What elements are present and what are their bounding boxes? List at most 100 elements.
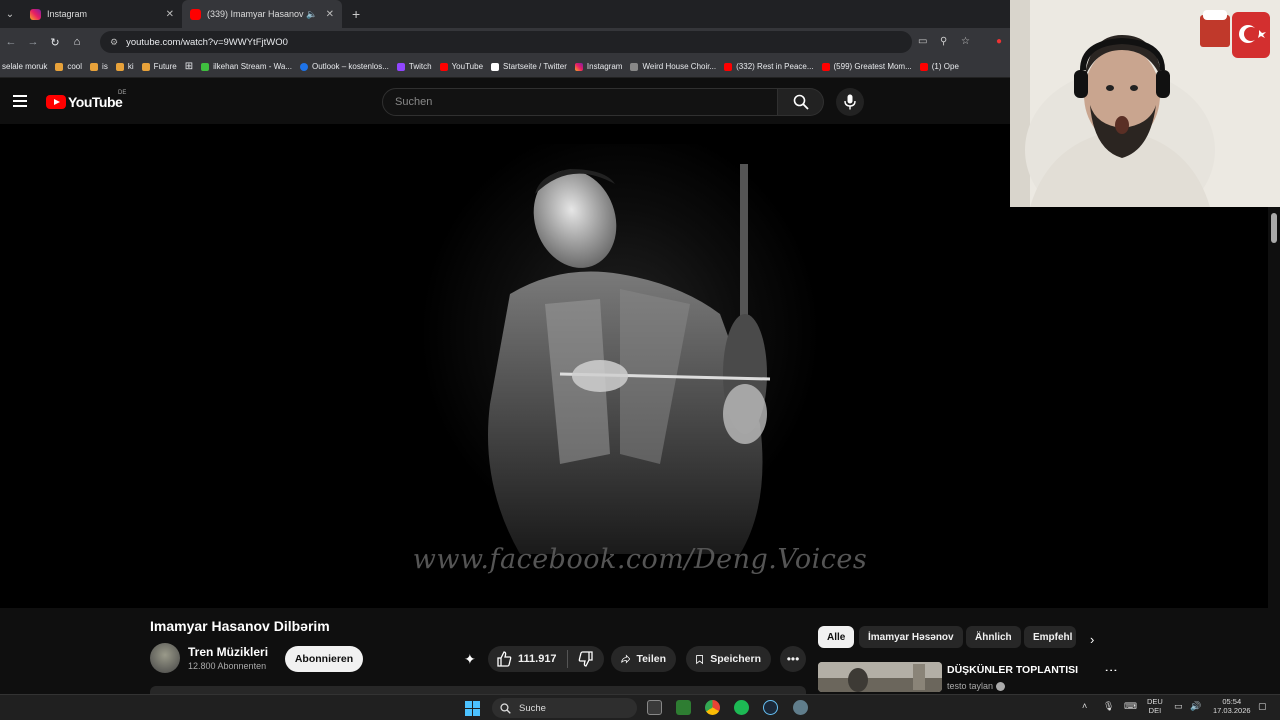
spotify-icon[interactable]: [734, 700, 749, 715]
audio-icon: [630, 62, 639, 71]
save-label: Speichern: [710, 653, 761, 665]
folder-icon: [115, 62, 124, 71]
steam-icon[interactable]: [763, 700, 778, 715]
extension-icon[interactable]: ●: [996, 36, 1002, 47]
bookmark-item[interactable]: (599) Greatest Mom...: [821, 62, 912, 71]
close-icon[interactable]: ✕: [326, 9, 334, 20]
voice-search-button[interactable]: [836, 88, 864, 116]
chip-artist[interactable]: İmamyar Həsənov: [859, 626, 963, 648]
ask-ai-icon[interactable]: ✦: [464, 651, 476, 668]
menu-icon[interactable]: [13, 95, 27, 110]
bookmark-item[interactable]: Startseite / Twitter: [491, 62, 567, 71]
folder-icon: [90, 62, 99, 71]
instagram-icon: [574, 62, 583, 71]
new-tab-button[interactable]: +: [352, 6, 360, 22]
forward-icon[interactable]: →: [22, 36, 44, 48]
youtube-icon: [439, 62, 448, 71]
browser-tab-strip: ⌄ Instagram ✕ (339) Imamyar Hasanov Dil …: [0, 0, 1010, 28]
related-video-channel[interactable]: testo taylan: [947, 681, 1005, 692]
tab-instagram[interactable]: Instagram ✕: [22, 0, 182, 28]
related-video-thumbnail[interactable]: [818, 662, 942, 692]
language-bottom: DEI: [1148, 706, 1162, 715]
bookmark-label: ki: [127, 62, 134, 71]
bookmark-item[interactable]: Twitch: [396, 62, 432, 71]
volume-icon[interactable]: 🔊: [1190, 701, 1201, 712]
search-button[interactable]: [778, 88, 824, 116]
keyboard-icon[interactable]: ⌨: [1124, 701, 1137, 712]
store-icon[interactable]: [676, 700, 691, 715]
reload-icon[interactable]: ↻: [44, 36, 66, 49]
zoom-icon[interactable]: ⚲: [940, 36, 947, 47]
tray-overflow-icon[interactable]: ˄: [1082, 701, 1087, 711]
site-info-icon[interactable]: ⚙: [110, 37, 118, 48]
install-icon[interactable]: ▭: [918, 36, 927, 47]
bookmark-item[interactable]: selale moruk: [2, 62, 47, 71]
chip-recommended[interactable]: Empfehl: [1024, 626, 1076, 648]
taskbar-clock[interactable]: 05:54 17.03.2026: [1213, 697, 1251, 715]
microphone-icon: [844, 94, 856, 110]
youtube-play-icon: [46, 95, 66, 109]
instagram-icon: [30, 8, 41, 20]
bookmark-item[interactable]: Outlook – kostenlos...: [299, 62, 389, 71]
task-view-icon[interactable]: [647, 700, 662, 715]
bookmark-label: Twitch: [408, 62, 432, 71]
bookmark-item[interactable]: cool: [55, 62, 82, 71]
chevron-right-icon[interactable]: ›: [1090, 632, 1094, 647]
subscribe-button[interactable]: Abonnieren: [285, 646, 363, 672]
save-button[interactable]: Speichern: [686, 646, 771, 672]
webcam-overlay: [1010, 0, 1280, 207]
apps-grid-icon[interactable]: ⊞: [185, 61, 193, 72]
search-icon: [793, 94, 809, 110]
bookmark-item[interactable]: Future: [141, 62, 177, 71]
home-icon[interactable]: ⌂: [66, 36, 88, 48]
bookmark-item[interactable]: (332) Rest in Peace...: [724, 62, 814, 71]
bookmark-label: Outlook – kostenlos...: [311, 62, 389, 71]
channel-avatar[interactable]: [150, 643, 180, 673]
bookmark-item[interactable]: is: [90, 62, 108, 71]
address-bar[interactable]: ⚙ youtube.com/watch?v=9WWYtFjtWO0: [100, 31, 912, 53]
settings-icon[interactable]: [793, 700, 808, 715]
channel-name[interactable]: Tren Müzikleri: [188, 645, 268, 659]
network-icon[interactable]: ▭: [1174, 701, 1183, 712]
more-options-icon[interactable]: ⋮: [1104, 664, 1119, 677]
bookmark-label: Future: [153, 62, 177, 71]
subscriber-count: 12.800 Abonnenten: [188, 661, 267, 671]
search-placeholder: Suchen: [395, 96, 433, 108]
search-input[interactable]: Suchen: [382, 88, 778, 116]
bookmark-label: (332) Rest in Peace...: [736, 62, 814, 71]
youtube-logo[interactable]: YouTube DE: [46, 90, 126, 110]
bookmark-item[interactable]: (1) Ope: [919, 62, 959, 71]
input-language[interactable]: DEU DEI: [1147, 697, 1163, 715]
scrollbar-thumb[interactable]: [1271, 213, 1277, 243]
video-title: Imamyar Hasanov Dilbərim: [150, 618, 330, 634]
tab-search-icon[interactable]: ⌄: [2, 9, 18, 20]
taskbar-search[interactable]: Suche: [492, 698, 637, 718]
star-icon[interactable]: ☆: [961, 36, 970, 47]
chip-similar[interactable]: Ähnlich: [966, 626, 1021, 648]
verified-icon: [995, 682, 1005, 692]
tab-youtube-video[interactable]: (339) Imamyar Hasanov Dil 🔈 ✕: [182, 0, 342, 28]
like-button[interactable]: 111.917: [488, 651, 557, 667]
more-actions-button[interactable]: •••: [780, 646, 806, 672]
dislike-button[interactable]: [568, 651, 594, 667]
speaker-icon[interactable]: 🔈: [306, 9, 317, 20]
chrome-icon[interactable]: [705, 700, 720, 715]
bookmark-item[interactable]: ki: [115, 62, 134, 71]
close-icon[interactable]: ✕: [166, 9, 174, 20]
page-scrollbar[interactable]: [1268, 207, 1280, 693]
windows-start-icon[interactable]: [465, 701, 480, 716]
bookmark-item[interactable]: Instagram: [574, 62, 622, 71]
share-button[interactable]: Teilen: [611, 646, 676, 672]
related-channel-label: testo taylan: [947, 681, 994, 691]
bookmark-item[interactable]: Weird House Choir...: [630, 62, 716, 71]
folder-icon: [141, 62, 150, 71]
back-icon[interactable]: ←: [0, 36, 22, 48]
microphone-icon[interactable]: 🎙: [1103, 701, 1114, 712]
notifications-icon[interactable]: ▢: [1258, 701, 1267, 712]
bookmark-item[interactable]: ilkehan Stream - Wa...: [201, 62, 292, 71]
related-video-title[interactable]: DÜŞKÜNLER TOPLANTISI: [947, 664, 1078, 676]
chip-all[interactable]: Alle: [818, 626, 855, 648]
bookmark-label: Startseite / Twitter: [503, 62, 567, 71]
description-box[interactable]: [150, 686, 806, 694]
bookmark-item[interactable]: YouTube: [439, 62, 483, 71]
